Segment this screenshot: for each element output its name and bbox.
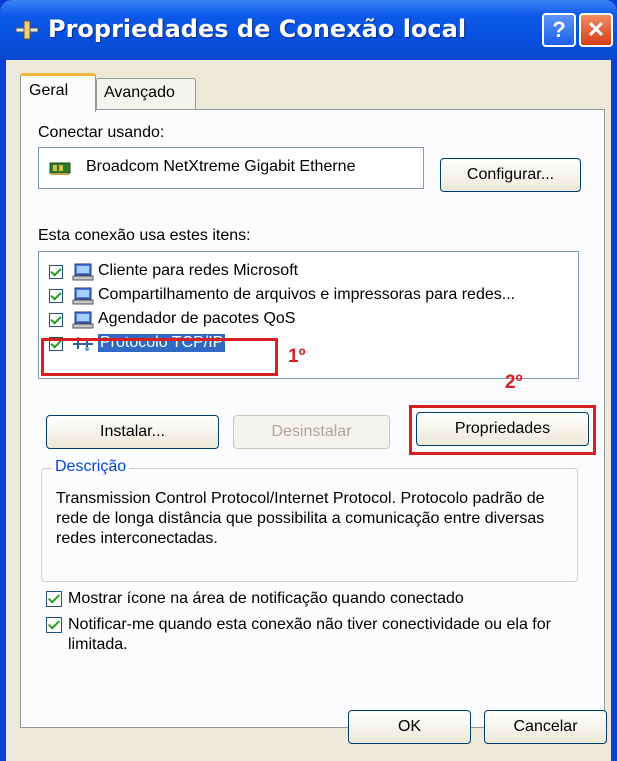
dialog-body: Avançado Geral Conectar usando: Broadcom… [6,60,611,761]
network-connection-icon [15,20,39,40]
annotation-box-1 [41,338,278,376]
ok-button[interactable]: OK [348,710,471,744]
list-item[interactable]: Agendador de pacotes QoS [49,310,574,334]
item-checkbox[interactable] [49,265,63,279]
description-text: Transmission Control Protocol/Internet P… [56,490,545,547]
network-adapter-icon [49,162,71,175]
list-item[interactable]: Cliente para redes Microsoft [49,262,574,286]
help-button[interactable]: ? [542,13,576,47]
install-button[interactable]: Instalar... [46,415,219,449]
file-printer-sharing-icon [72,287,94,305]
list-item[interactable]: Compartilhamento de arquivos e impressor… [49,286,574,310]
tab-geral[interactable]: Geral [20,73,96,112]
cancel-button[interactable]: Cancelar [484,710,607,744]
items-label: Esta conexão usa estes itens: [38,227,251,244]
properties-dialog: Propriedades de Conexão local ? ✕ Avança… [0,0,617,761]
adapter-field: Broadcom NetXtreme Gigabit Etherne [38,147,424,189]
configure-button[interactable]: Configurar... [440,158,581,192]
annotation-label-1: 1º [288,346,306,367]
tab-avancado[interactable]: Avançado [96,78,196,110]
show-icon-label: Mostrar ícone na área de notificação qua… [68,590,464,607]
description-title: Descrição [52,458,130,476]
close-button[interactable]: ✕ [579,13,613,47]
show-icon-checkbox[interactable] [46,591,62,607]
adapter-name: Broadcom NetXtreme Gigabit Etherne [86,158,356,175]
item-checkbox[interactable] [49,313,63,327]
qos-scheduler-icon [72,311,94,329]
item-checkbox[interactable] [49,289,63,303]
item-label: Compartilhamento de arquivos e impressor… [98,286,516,303]
uninstall-button[interactable]: Desinstalar [233,415,390,449]
network-client-icon [72,263,94,281]
annotation-label-2: 2º [505,372,523,393]
connect-using-label: Conectar usando: [38,124,165,141]
title-bar[interactable]: Propriedades de Conexão local ? ✕ [0,0,617,60]
item-label: Agendador de pacotes QoS [98,310,296,327]
window-title: Propriedades de Conexão local [48,15,467,43]
notify-checkbox[interactable] [46,617,62,633]
properties-button[interactable]: Propriedades [416,412,589,446]
description-group: Descrição Transmission Control Protocol/… [41,458,578,582]
notify-label: Notificar-me quando esta conexão não tiv… [68,616,551,653]
item-label: Cliente para redes Microsoft [98,262,299,279]
